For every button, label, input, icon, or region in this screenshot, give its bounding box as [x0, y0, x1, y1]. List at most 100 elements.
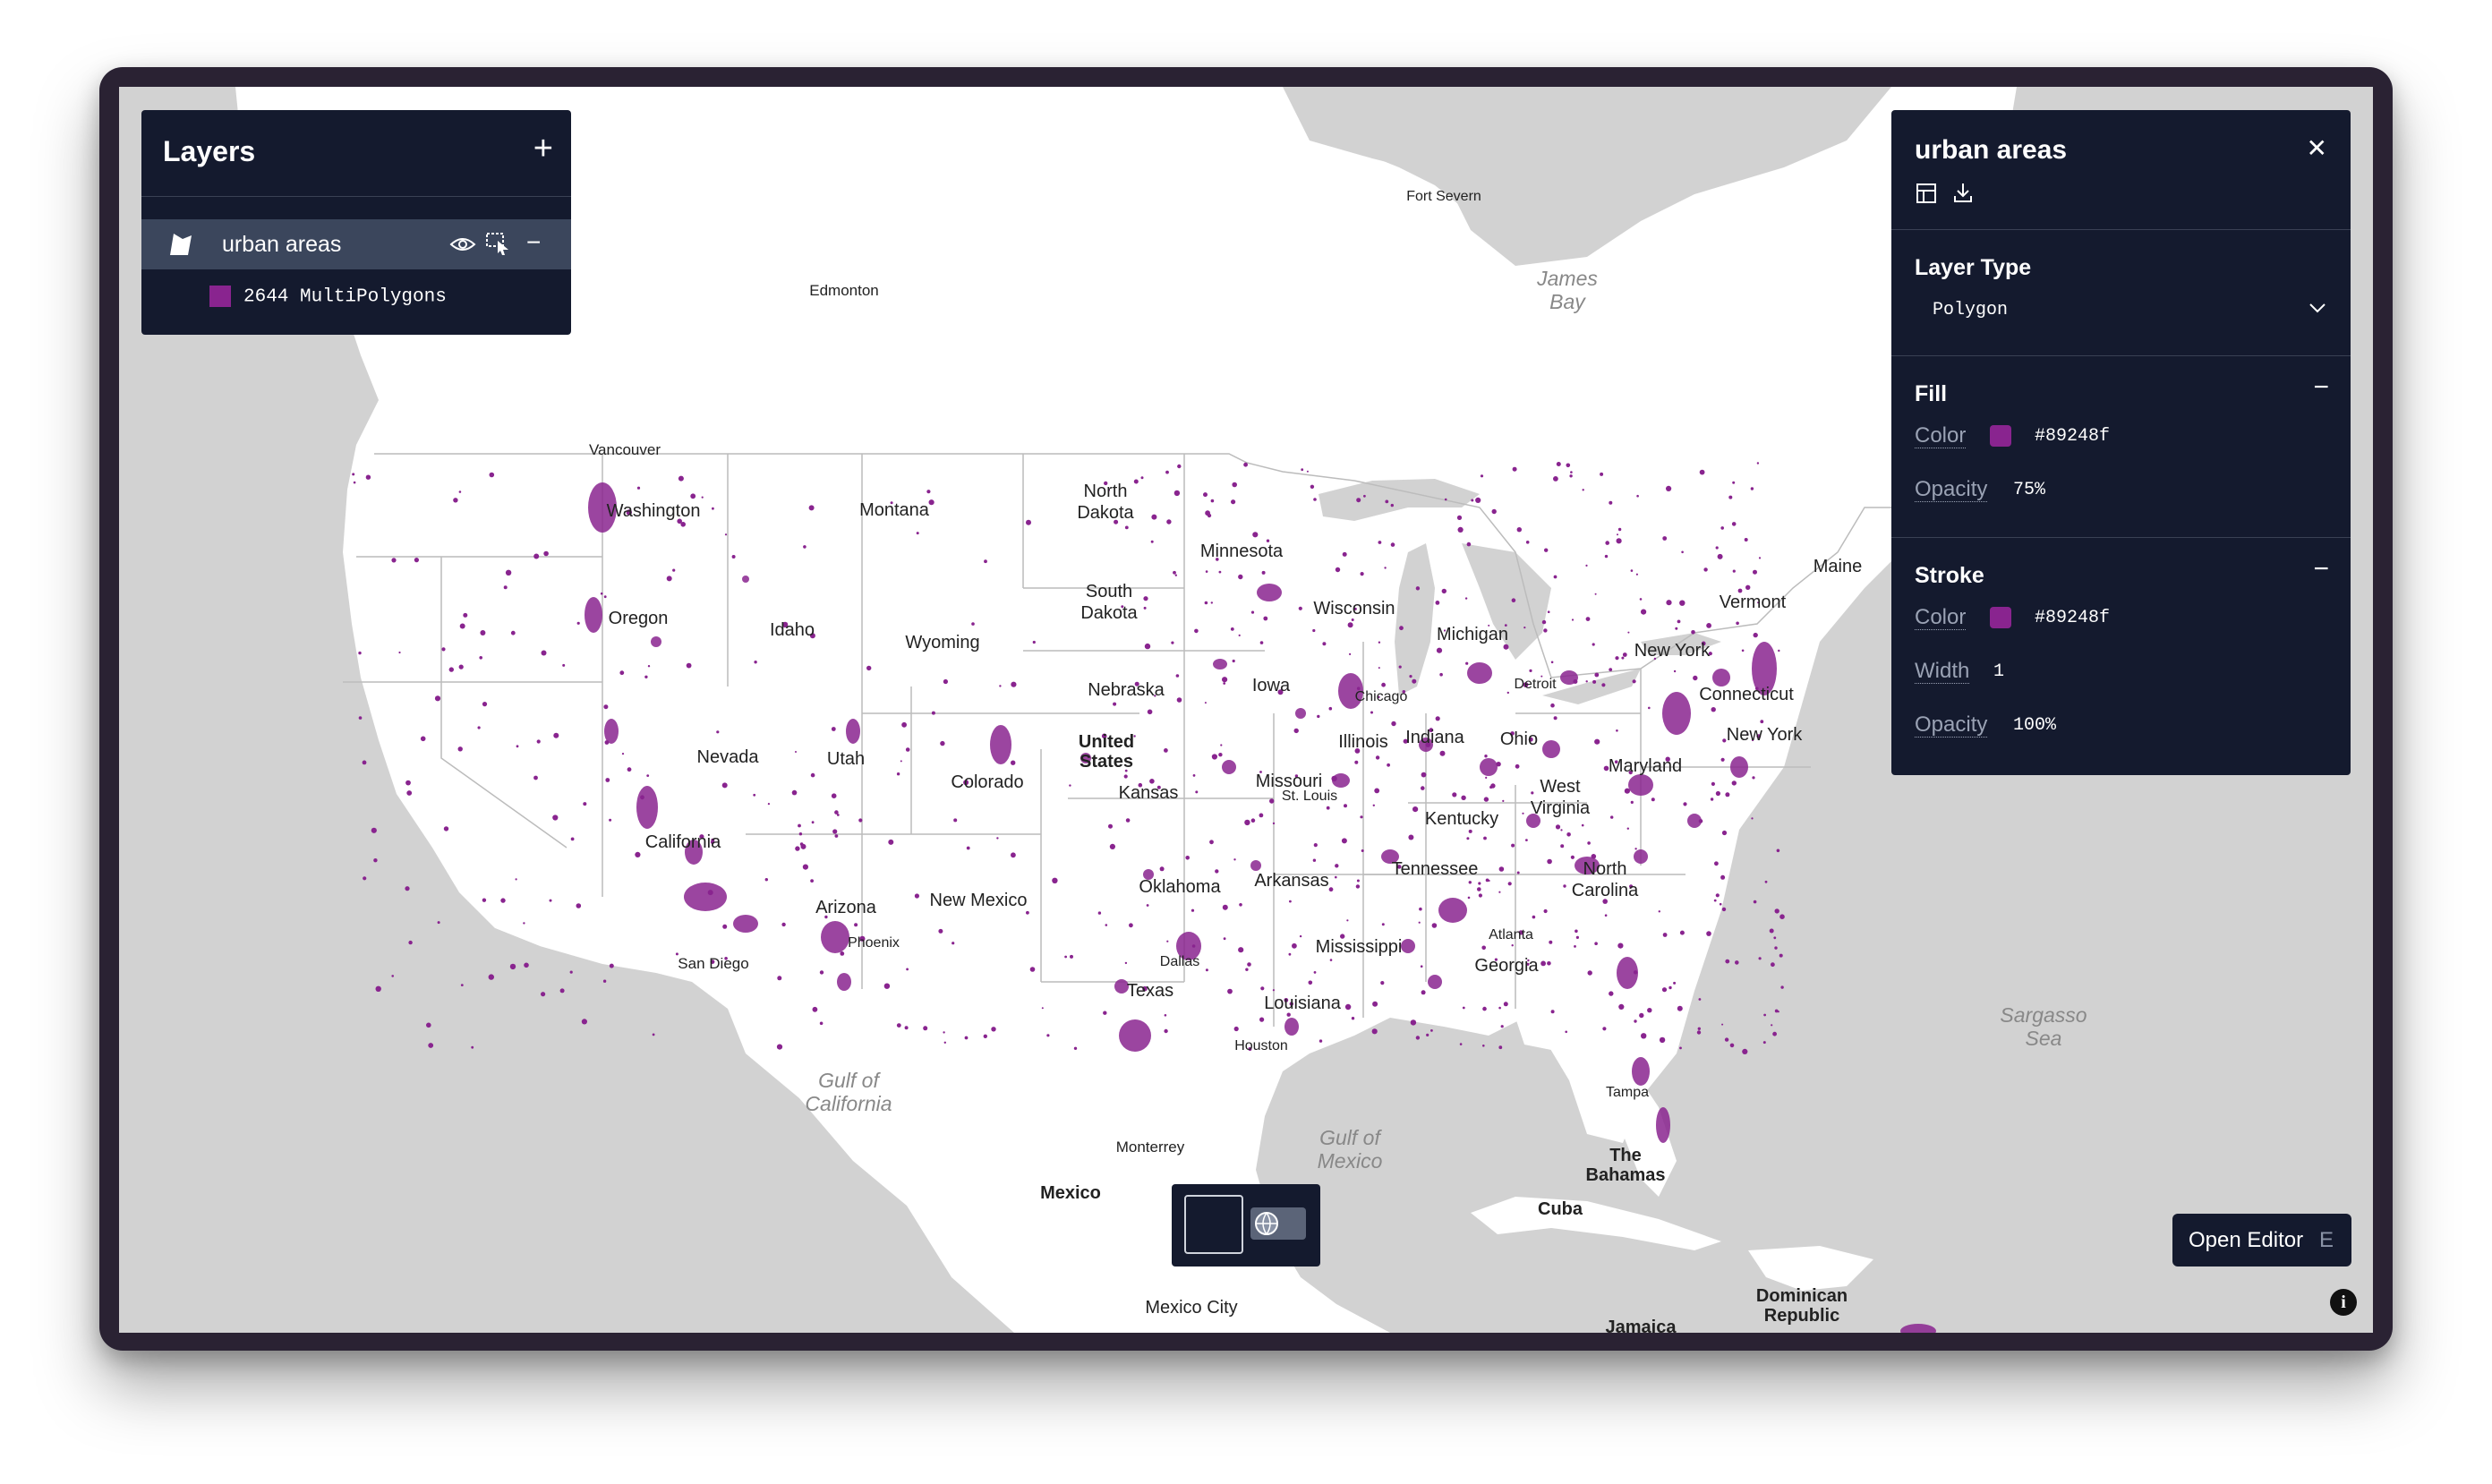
urban-area-dot — [931, 711, 935, 715]
layer-item-urban-areas[interactable]: urban areas − — [141, 219, 571, 269]
urban-area-dot — [1269, 798, 1275, 804]
urban-area-dot — [716, 730, 720, 734]
urban-area-dot — [901, 721, 907, 728]
urban-area-dot — [1760, 720, 1764, 724]
urban-area-dot — [1587, 970, 1592, 976]
urban-area-dot — [358, 651, 362, 655]
urban-area-dot — [964, 1036, 969, 1040]
open-editor-button[interactable]: Open Editor E — [2172, 1214, 2351, 1267]
urban-area-dot — [1313, 498, 1317, 501]
urban-area-dot — [1301, 468, 1304, 472]
urban-area-dot — [1498, 891, 1501, 893]
urban-area-dot — [1329, 959, 1333, 961]
stroke-color-value[interactable]: #89248f — [2035, 608, 2110, 628]
table-icon[interactable] — [1916, 183, 1936, 203]
urban-area-dot — [635, 851, 641, 858]
fill-color-label: Color — [1915, 423, 1967, 448]
urban-area-dot — [764, 878, 768, 882]
urban-area-dot — [1166, 940, 1169, 942]
urban-area-dot — [1489, 785, 1493, 789]
info-icon[interactable]: i — [2330, 1289, 2357, 1316]
urban-area-dot — [1191, 944, 1196, 948]
label-sargasso-2: Sea — [2026, 1027, 2062, 1050]
urban-area-dot — [524, 962, 529, 968]
urban-area-dot — [1610, 815, 1614, 819]
urban-area-dot — [690, 493, 696, 499]
urban-area-dot — [1222, 904, 1228, 910]
download-icon[interactable] — [1952, 182, 1974, 203]
urban-area-dot — [644, 675, 648, 678]
eye-icon[interactable] — [449, 234, 476, 255]
urban-area-dot — [1461, 795, 1466, 800]
layer-type-select[interactable]: Polygon — [1915, 293, 2326, 328]
urban-area-dot — [1252, 532, 1259, 538]
urban-area-dot — [516, 745, 519, 748]
urban-area-dot — [1699, 469, 1705, 475]
urban-area-dot — [1647, 1008, 1652, 1013]
label-kansas: Kansas — [1119, 783, 1179, 803]
collapse-fill-icon[interactable]: − — [2313, 372, 2329, 403]
urban-area-dot — [971, 622, 975, 626]
urban-area-dot — [1140, 476, 1144, 480]
urban-area-dot — [1600, 472, 1604, 476]
fill-color-value[interactable]: #89248f — [2035, 426, 2110, 447]
stroke-width-value[interactable]: 1 — [1993, 661, 2004, 682]
urban-area-dot — [1293, 728, 1299, 734]
stroke-opacity-value[interactable]: 100% — [2013, 715, 2056, 736]
urban-area-dot — [1192, 774, 1196, 777]
urban-area-dot — [1779, 953, 1783, 958]
urban-area-dot — [1346, 919, 1349, 922]
urban-area-dot — [1777, 1011, 1779, 1013]
urban-area-dot — [666, 576, 672, 582]
urban-area-dot — [1259, 813, 1264, 818]
urban-area-dot — [1483, 797, 1489, 802]
urban-area-dot — [509, 963, 516, 970]
urban-area-dot — [1456, 515, 1463, 520]
urban-area-dot — [1673, 981, 1677, 985]
urban-area-dot — [883, 983, 891, 989]
urban-area-dot — [1384, 567, 1387, 569]
urban-area-dot — [707, 890, 713, 896]
urban-area-dot — [1195, 790, 1199, 794]
plus-icon[interactable]: + — [533, 130, 553, 168]
urban-area-dot — [553, 732, 559, 738]
urban-area-dot — [1243, 462, 1248, 467]
urban-area-dot — [1573, 679, 1578, 684]
urban-area-dot — [1319, 1039, 1323, 1043]
urban-area-dot — [1109, 843, 1115, 850]
urban-area-dot — [1174, 574, 1178, 576]
urban-area-dot — [1385, 499, 1389, 504]
close-icon[interactable]: ✕ — [2307, 133, 2327, 163]
urban-area-dot — [375, 985, 381, 992]
urban-area-dot — [1381, 682, 1386, 687]
urban-area-dot — [1609, 500, 1613, 505]
urban-area-dot — [1143, 606, 1147, 610]
urban-area-dot — [1763, 1013, 1766, 1017]
urban-area-dot — [1390, 503, 1395, 507]
fill-label: Fill — [1915, 381, 1948, 406]
globe-basemap-option[interactable] — [1250, 1207, 1306, 1240]
open-editor-label: Open Editor — [2189, 1228, 2304, 1252]
fill-color-swatch[interactable] — [1990, 425, 2011, 447]
cursor-select-icon[interactable] — [485, 232, 510, 257]
dark-basemap-option[interactable] — [1184, 1195, 1243, 1254]
urban-area-dot — [1418, 921, 1421, 924]
label-colorado: Colorado — [951, 772, 1023, 792]
label-gulf-mexico: Gulf of — [1319, 1126, 1382, 1149]
urban-area-dot — [1500, 1025, 1504, 1028]
urban-area-dot — [1724, 1037, 1729, 1042]
urban-area-dot — [1123, 774, 1128, 779]
fill-opacity-value[interactable]: 75% — [2013, 480, 2045, 500]
urban-area-dot — [1585, 680, 1588, 683]
urban-area-dot — [1673, 670, 1677, 673]
urban-area-dot — [1375, 755, 1380, 760]
urban-area-dot — [1026, 519, 1031, 525]
stroke-color-swatch[interactable] — [1990, 607, 2011, 628]
urban-area-dot — [1779, 914, 1785, 919]
urban-area-dot — [1175, 674, 1180, 678]
label-fort-severn: Fort Severn — [1406, 189, 1481, 204]
collapse-stroke-icon[interactable]: − — [2313, 554, 2329, 584]
urban-area-dot — [581, 1019, 588, 1025]
urban-area-dot — [609, 963, 614, 968]
minus-icon[interactable]: − — [526, 228, 541, 257]
